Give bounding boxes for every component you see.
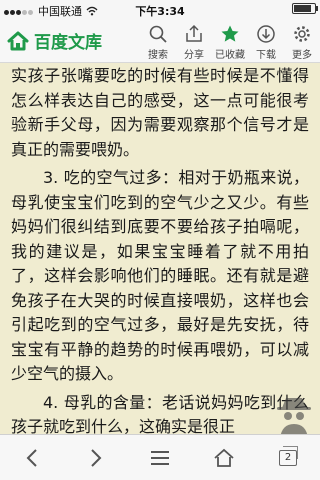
- article-paragraph: 3. 吃的空气过多：相对于奶瓶来说，母乳使宝宝们吃到的空气少之又少。有些妈妈们很…: [11, 168, 309, 383]
- favorite-label: 已收藏: [215, 50, 245, 61]
- status-right: [292, 3, 318, 14]
- tabs-button[interactable]: 2: [268, 440, 308, 476]
- bottom-navigation: 2: [0, 434, 320, 480]
- share-label: 分享: [184, 50, 204, 61]
- home-icon: [214, 448, 234, 467]
- download-label: 下载: [256, 50, 276, 61]
- house-logo-icon: [7, 31, 29, 50]
- back-button[interactable]: [12, 440, 52, 476]
- article-paragraph: 实孩子张嘴要吃的时候有些时候是不懂得怎么样表达自己的感受，这一点可能很考验新手父…: [11, 66, 309, 159]
- menu-icon: [151, 450, 169, 465]
- menu-button[interactable]: [140, 440, 180, 476]
- battery-icon: [292, 3, 318, 14]
- status-bar: 中国联通 下午3:34: [0, 0, 320, 20]
- back-icon: [26, 448, 37, 467]
- forward-button[interactable]: [76, 440, 116, 476]
- tabs-icon: 2: [279, 445, 298, 466]
- status-time: 下午3:34: [135, 5, 185, 18]
- more-label: 更多: [292, 50, 312, 61]
- share-icon: [186, 24, 202, 42]
- search-icon: [149, 25, 167, 43]
- download-icon: [257, 25, 275, 43]
- home-button[interactable]: [204, 440, 244, 476]
- more-button[interactable]: 更多: [284, 24, 320, 61]
- share-button[interactable]: 分享: [176, 24, 212, 61]
- gear-icon: [294, 26, 310, 42]
- search-button[interactable]: 搜索: [140, 24, 176, 61]
- toolbar-actions: 搜索 分享 已收藏 下载 更多: [140, 24, 320, 61]
- app-title: 百度文库: [34, 33, 102, 53]
- top-toolbar: 百度文库 搜索 分享 已收藏 下载 更多: [0, 20, 320, 63]
- star-icon: [221, 25, 239, 42]
- favorite-button[interactable]: 已收藏: [212, 24, 248, 61]
- document-content[interactable]: 实孩子张嘴要吃的时候有些时候是不懂得怎么样表达自己的感受，这一点可能很考验新手父…: [0, 63, 320, 435]
- search-label: 搜索: [148, 50, 168, 61]
- app-brand[interactable]: 百度文库: [7, 28, 102, 53]
- article-paragraph: 4. 母乳的含量：老话说妈妈吃到什么孩子就吃到什么，这确实是很正: [11, 392, 309, 436]
- download-button[interactable]: 下载: [248, 24, 284, 61]
- forward-icon: [91, 448, 102, 467]
